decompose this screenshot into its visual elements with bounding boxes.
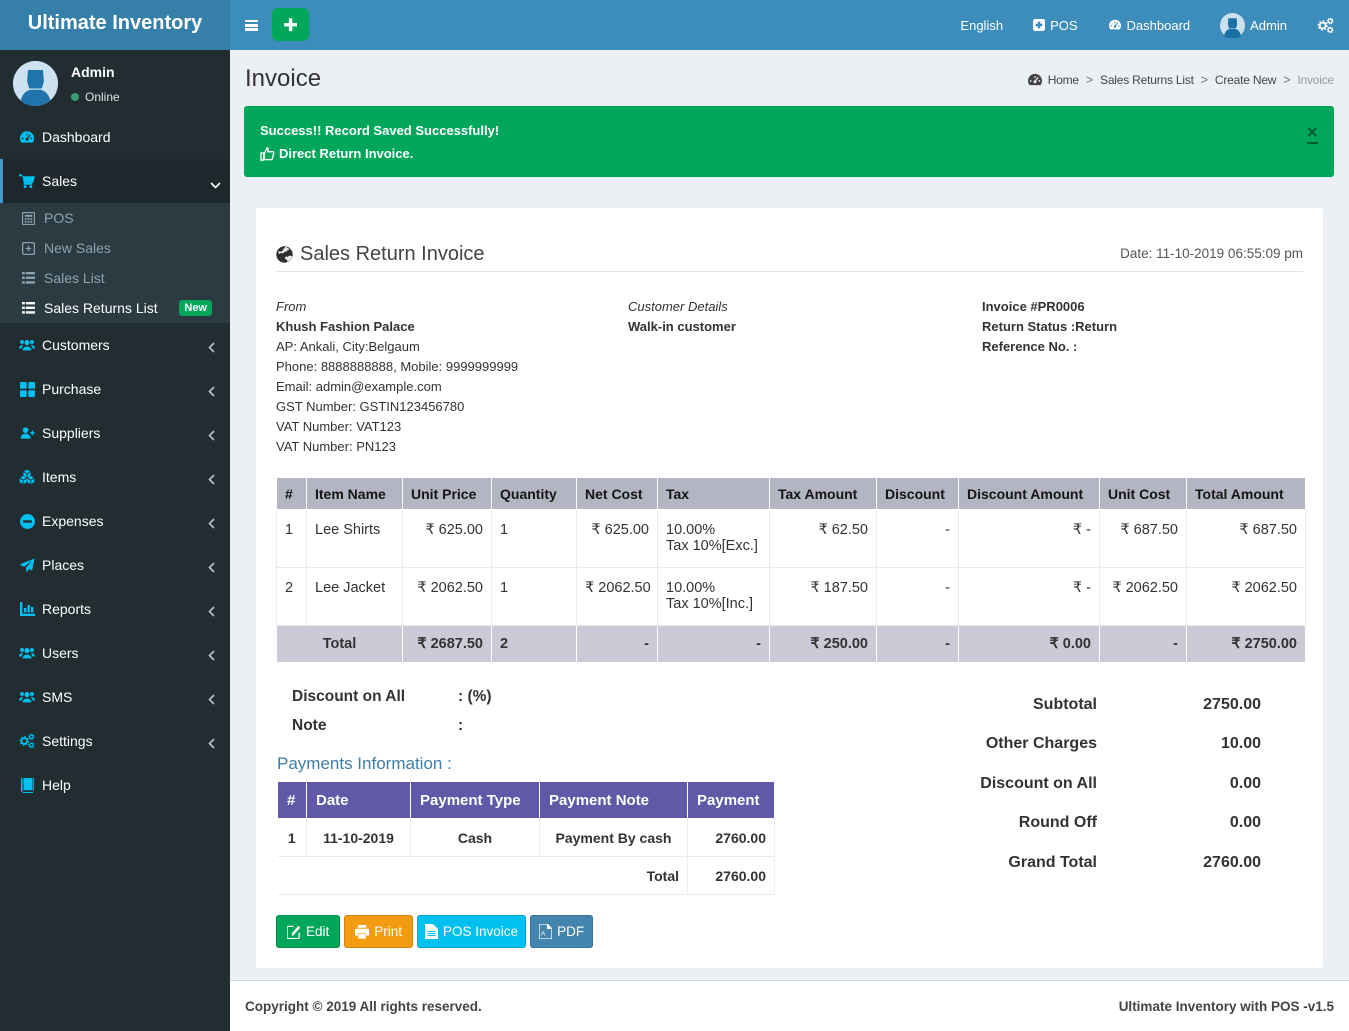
- svg-text:A: A: [541, 931, 546, 938]
